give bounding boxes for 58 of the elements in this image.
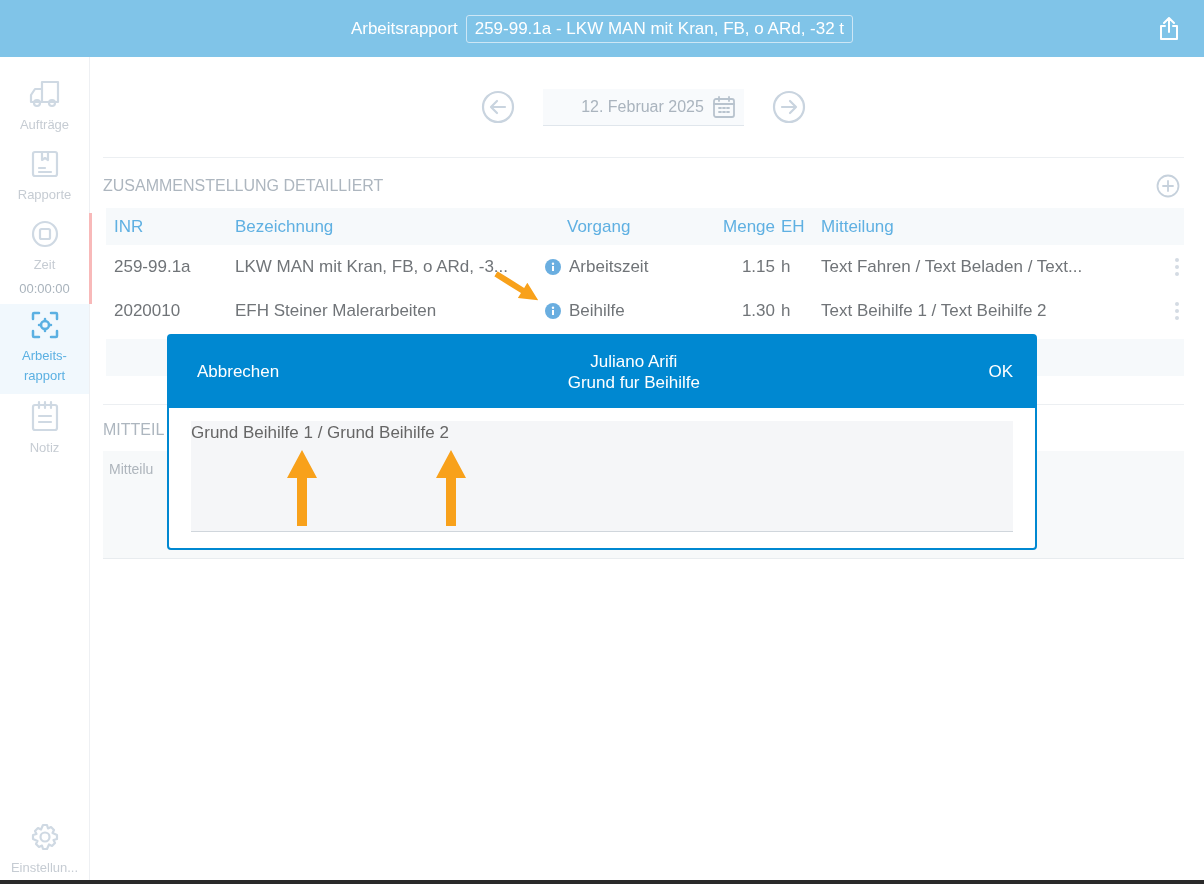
timer-text: 00:00:00 <box>19 281 70 296</box>
sidebar-label: Arbeits- rapport <box>22 347 67 385</box>
settings-item[interactable]: Einstellun... <box>0 816 89 884</box>
sidebar-item[interactable]: Rapporte <box>0 143 89 213</box>
table-cell-text: Text Beihilfe 1 / Text Beihilfe 2 <box>821 301 1048 321</box>
info-icon[interactable] <box>545 259 561 275</box>
table-cell-text: Text Fahren / Text Beladen / Text... <box>821 257 1084 277</box>
more-icon[interactable] <box>1174 301 1180 321</box>
settings-icon <box>29 822 60 852</box>
sidebar-label: Einstellun... <box>10 859 79 877</box>
table-cell-text: h <box>780 257 792 277</box>
section-title: ZUSAMMENSTELLUNG DETAILLIERT <box>103 177 384 195</box>
document-icon <box>29 149 60 179</box>
table-cell-text: 2020010 <box>113 301 182 321</box>
column-header[interactable]: Mitteilung <box>821 216 1141 237</box>
table-cell-text: LKW MAN mit Kran, FB, o ARd, -3... <box>235 257 509 277</box>
annotation-arrow-icon <box>436 450 466 526</box>
window-title: Arbeitsrapport <box>350 18 458 39</box>
table-cell-text: 1.30 <box>740 301 775 321</box>
sidebar-label: Rapporte <box>17 186 72 204</box>
column-header[interactable]: Menge <box>695 216 775 237</box>
sidebar-item[interactable]: Arbeits- rapport <box>0 304 89 394</box>
sidebar-label: Aufträge <box>19 116 70 134</box>
previous-day-button[interactable] <box>481 90 516 124</box>
dialog-subtitle: Grund fur Beihilfe <box>567 372 700 393</box>
target-icon <box>29 310 60 340</box>
next-day-button[interactable] <box>771 90 806 124</box>
add-icon[interactable] <box>1156 174 1180 198</box>
sidebar-label: Zeit <box>33 256 56 274</box>
column-header[interactable]: Bezeichnung <box>235 216 545 237</box>
table-cell-text: EFH Steiner Malerarbeiten <box>235 301 438 321</box>
column-header[interactable]: Vorgang <box>545 216 695 237</box>
reason-field[interactable]: Grund Beihilfe 1 / Grund Beihilfe 2 <box>191 421 1013 532</box>
table-cell-text: 259-99.1a <box>113 257 192 277</box>
sidebar-label: Notiz <box>29 439 60 457</box>
share-icon[interactable] <box>1158 17 1180 41</box>
sidebar-item[interactable]: Notiz <box>0 394 89 466</box>
ok-button[interactable]: OK <box>974 354 1027 390</box>
table-cell-text: h <box>780 301 792 321</box>
stop-icon <box>29 219 60 249</box>
column-header[interactable]: INR <box>106 216 235 237</box>
table-cell-text: 1.15 <box>740 257 775 277</box>
column-header[interactable]: EH <box>775 216 821 237</box>
table-cell: Beihilfe <box>569 301 625 321</box>
sidebar-item[interactable]: Aufträge <box>0 73 89 143</box>
sidebar-item[interactable]: Zeit 00:00:00 <box>0 213 89 304</box>
annotation-arrow-icon <box>287 450 317 526</box>
order-field[interactable]: 259-99.1a - LKW MAN mit Kran, FB, o ARd, -32 t <box>465 14 854 43</box>
truck-icon <box>27 79 62 109</box>
calendar-icon <box>711 94 736 119</box>
notepad-icon <box>29 400 60 432</box>
dialog-title: Juliano Arifi <box>590 351 678 372</box>
more-icon[interactable] <box>1174 257 1180 277</box>
table-cell: Arbeitszeit <box>569 257 649 277</box>
info-icon[interactable] <box>545 303 561 319</box>
section-title: MITTEIL <box>103 420 165 440</box>
date-field[interactable]: 12. Februar 2025 <box>543 88 744 126</box>
cancel-button[interactable]: Abbrechen <box>183 354 294 390</box>
